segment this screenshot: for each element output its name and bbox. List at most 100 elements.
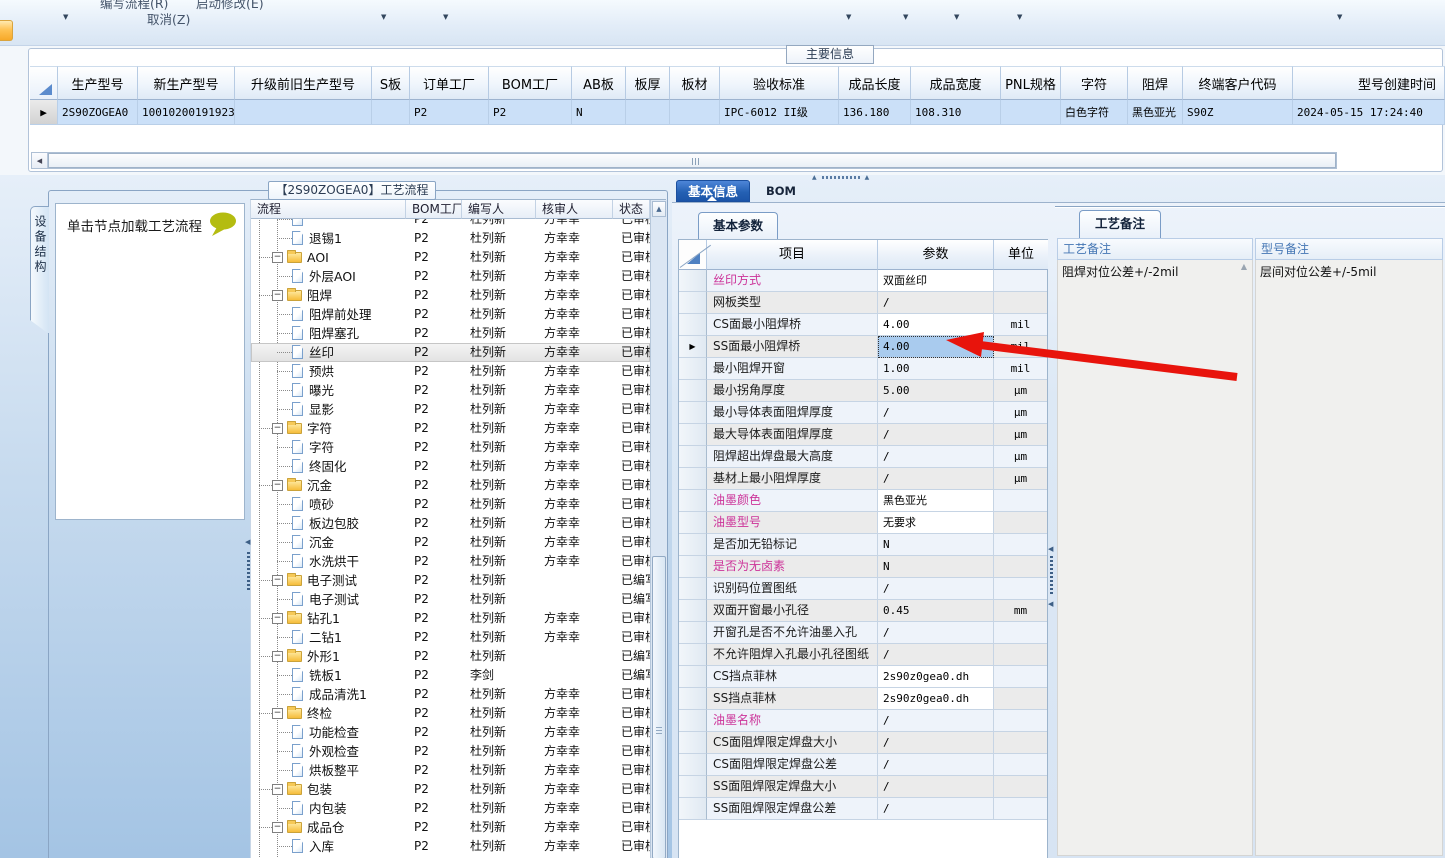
param-row[interactable]: 最小阻焊开窗 1.00 mil xyxy=(679,358,1047,380)
collapse-icon[interactable]: − xyxy=(272,613,283,624)
param-row-header[interactable] xyxy=(679,556,707,578)
param-row-header[interactable] xyxy=(679,358,707,380)
collapse-icon[interactable]: − xyxy=(272,575,283,586)
main-col-header[interactable]: PNL规格 xyxy=(1001,66,1061,100)
tab-basic-params[interactable]: 基本参数 xyxy=(698,212,778,239)
main-info-hscrollbar[interactable]: ◀ xyxy=(31,152,1337,169)
param-row[interactable]: 网板类型 / xyxy=(679,292,1047,314)
flow-row[interactable]: 二钻1 P2 杜列新 方幸幸 已审核 xyxy=(251,628,650,647)
param-row[interactable]: 油墨型号 无要求 xyxy=(679,512,1047,534)
param-row-header[interactable] xyxy=(679,314,707,336)
param-row-header[interactable] xyxy=(679,446,707,468)
param-row[interactable]: CS面最小阻焊桥 4.00 mil xyxy=(679,314,1047,336)
main-col-header[interactable]: AB板 xyxy=(572,66,626,100)
select-all-corner[interactable] xyxy=(30,66,58,100)
flow-row[interactable]: − 电子测试 P2 杜列新 已编写 xyxy=(251,571,650,590)
flow-row[interactable]: 外观检查 P2 杜列新 方幸幸 已审核 xyxy=(251,742,650,761)
param-row-header[interactable] xyxy=(679,710,707,732)
flow-row[interactable]: − 阻焊 P2 杜列新 方幸幸 已审核 xyxy=(251,286,650,305)
flow-row[interactable]: 曝光 P2 杜列新 方幸幸 已审核 xyxy=(251,381,650,400)
param-value-cell[interactable]: 无要求 xyxy=(878,512,994,534)
param-row[interactable]: CS面阻焊限定焊盘大小 / xyxy=(679,732,1047,754)
param-value-cell[interactable]: / xyxy=(878,402,994,424)
scroll-left-icon[interactable]: ◀ xyxy=(32,153,48,168)
param-row-header[interactable] xyxy=(679,490,707,512)
main-col-header[interactable]: 字符 xyxy=(1061,66,1128,100)
param-value-cell[interactable]: 双面丝印 xyxy=(878,270,994,292)
param-row[interactable]: 油墨颜色 黑色亚光 xyxy=(679,490,1047,512)
params-remarks-splitter[interactable]: ◀ ◀ xyxy=(1048,202,1055,858)
dropdown-arrow-icon[interactable]: ▼ xyxy=(1017,13,1022,21)
main-col-header[interactable]: 终端客户代码 xyxy=(1183,66,1293,100)
param-row[interactable]: CS面阻焊限定焊盘公差 / xyxy=(679,754,1047,776)
collapse-icon[interactable]: − xyxy=(272,784,283,795)
param-row[interactable]: ▶ SS面最小阻焊桥 4.00 mil xyxy=(679,336,1047,358)
collapse-icon[interactable]: − xyxy=(272,290,283,301)
param-row-header[interactable] xyxy=(679,798,707,820)
param-row-header[interactable] xyxy=(679,776,707,798)
collapse-icon[interactable]: − xyxy=(272,252,283,263)
cancel-button[interactable]: 取消(Z) xyxy=(147,9,190,28)
flow-row[interactable]: 喷砂 P2 杜列新 方幸幸 已审核 xyxy=(251,495,650,514)
main-col-header[interactable]: 验收标准 xyxy=(720,66,839,100)
flow-col-header[interactable]: BOM工厂 xyxy=(406,200,462,219)
flow-row[interactable]: 字符 P2 杜列新 方幸幸 已审核 xyxy=(251,438,650,457)
dropdown-arrow-icon[interactable]: ▼ xyxy=(954,13,959,21)
flow-row[interactable]: 成品清洗1 P2 杜列新 方幸幸 已审核 xyxy=(251,685,650,704)
main-col-header[interactable]: 板材 xyxy=(670,66,720,100)
param-row[interactable]: 最小拐角厚度 5.00 µm xyxy=(679,380,1047,402)
flow-row[interactable]: − AOI P2 杜列新 方幸幸 已审核 xyxy=(251,248,650,267)
main-col-header[interactable]: 生产型号 xyxy=(58,66,138,100)
flow-tree-vscrollbar[interactable]: ▲ xyxy=(650,200,667,858)
flow-row[interactable]: 阻焊塞孔 P2 杜列新 方幸幸 已审核 xyxy=(251,324,650,343)
param-row-header[interactable] xyxy=(679,402,707,424)
flow-row[interactable]: 入库 P2 杜列新 方幸幸 已审核 xyxy=(251,837,650,856)
param-row-header[interactable] xyxy=(679,270,707,292)
param-value-cell[interactable]: / xyxy=(878,776,994,798)
flow-row[interactable]: 沉金 P2 杜列新 方幸幸 已审核 xyxy=(251,533,650,552)
main-col-header[interactable]: 阻焊 xyxy=(1128,66,1183,100)
param-row-header[interactable] xyxy=(679,380,707,402)
flow-row[interactable]: 内包装 P2 杜列新 方幸幸 已审核 xyxy=(251,799,650,818)
param-row-header[interactable] xyxy=(679,644,707,666)
collapse-icon[interactable]: − xyxy=(272,651,283,662)
param-row-header[interactable] xyxy=(679,622,707,644)
tab-bom[interactable]: BOM xyxy=(760,183,802,201)
param-row-header[interactable] xyxy=(679,468,707,490)
collapse-icon[interactable]: − xyxy=(272,708,283,719)
vertical-splitter[interactable]: ◀ xyxy=(245,538,251,598)
param-value-cell[interactable]: N xyxy=(878,556,994,578)
param-row[interactable]: SS面阻焊限定焊盘公差 / xyxy=(679,798,1047,820)
flow-row[interactable]: 烘板整平 P2 杜列新 方幸幸 已审核 xyxy=(251,761,650,780)
flow-row[interactable]: 板边包胶 P2 杜列新 方幸幸 已审核 xyxy=(251,514,650,533)
dropdown-arrow-icon[interactable]: ▼ xyxy=(63,13,68,21)
main-col-header[interactable]: 型号创建时间 xyxy=(1293,66,1445,100)
param-value-cell[interactable]: / xyxy=(878,754,994,776)
collapse-icon[interactable]: − xyxy=(272,822,283,833)
flow-row[interactable]: 显影 P2 杜列新 方幸幸 已审核 xyxy=(251,400,650,419)
dropdown-arrow-icon[interactable]: ▼ xyxy=(443,13,448,21)
dropdown-arrow-icon[interactable]: ▼ xyxy=(903,13,908,21)
main-col-header[interactable]: 订单工厂 xyxy=(410,66,489,100)
param-value-cell[interactable]: / xyxy=(878,292,994,314)
flow-row[interactable]: − 成品仓 P2 杜列新 方幸幸 已审核 xyxy=(251,818,650,837)
param-value-cell[interactable]: N xyxy=(878,534,994,556)
scroll-up-icon[interactable]: ▲ xyxy=(652,201,666,217)
process-remark-text[interactable]: 阻焊对位公差+/-2mil xyxy=(1057,260,1253,856)
param-row-header[interactable] xyxy=(679,688,707,710)
param-row[interactable]: 不允许阻焊入孔最小孔径图纸 / xyxy=(679,644,1047,666)
flow-row[interactable]: 外层AOI P2 杜列新 方幸幸 已审核 xyxy=(251,267,650,286)
param-value-cell[interactable]: 1.00 xyxy=(878,358,994,380)
flow-row[interactable]: 铣板1 P2 李剑 已编写 xyxy=(251,666,650,685)
flow-row[interactable]: − 字符 P2 杜列新 方幸幸 已审核 xyxy=(251,419,650,438)
param-row[interactable]: 丝印方式 双面丝印 xyxy=(679,270,1047,292)
main-col-header[interactable]: S板 xyxy=(372,66,410,100)
param-row-header[interactable] xyxy=(679,512,707,534)
collapse-icon[interactable]: − xyxy=(272,423,283,434)
main-col-header[interactable]: 成品长度 xyxy=(839,66,911,100)
param-row[interactable]: 油墨名称 / xyxy=(679,710,1047,732)
flow-row[interactable]: 丝印 P2 杜列新 方幸幸 已审核 xyxy=(251,343,650,362)
device-tree-panel[interactable]: 单击节点加载工艺流程 xyxy=(55,203,245,520)
param-row[interactable]: 开窗孔是否不允许油墨入孔 / xyxy=(679,622,1047,644)
param-value-cell[interactable]: / xyxy=(878,798,994,820)
